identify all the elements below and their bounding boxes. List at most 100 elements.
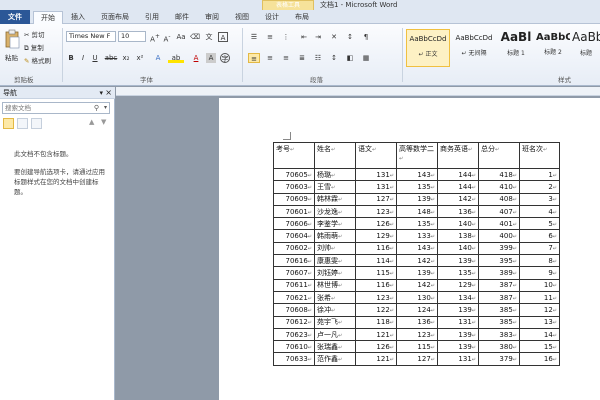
- bold-icon[interactable]: B: [66, 53, 76, 63]
- table-cell[interactable]: 70611↵: [273, 278, 315, 292]
- table-cell[interactable]: 14↵: [519, 327, 560, 342]
- tab-design[interactable]: 设计: [260, 11, 284, 24]
- bullets-icon[interactable]: ☰: [248, 32, 260, 42]
- table-cell[interactable]: 142↵: [396, 254, 438, 268]
- table-cell[interactable]: 126↵: [355, 217, 397, 231]
- table-cell[interactable]: 131↵: [437, 352, 479, 366]
- table-cell[interactable]: 133↵: [396, 229, 438, 243]
- table-cell[interactable]: 8↵: [519, 254, 560, 268]
- font-size-combo[interactable]: 10: [118, 31, 146, 42]
- table-cell[interactable]: 143↵: [396, 167, 438, 182]
- table-cell[interactable]: 李鉴学↵: [314, 217, 356, 231]
- tab-page-layout[interactable]: 页面布局: [95, 11, 135, 24]
- table-cell[interactable]: 70603↵: [273, 180, 315, 194]
- table-cell[interactable]: 148↵: [396, 204, 438, 219]
- table-cell[interactable]: 400↵: [478, 229, 520, 243]
- table-cell[interactable]: 韩林霖↵: [314, 192, 356, 206]
- grow-font-icon[interactable]: A+: [150, 32, 160, 43]
- text-effects-icon[interactable]: A: [152, 53, 164, 63]
- underline-icon[interactable]: U: [90, 53, 100, 63]
- table-cell[interactable]: 130↵: [396, 290, 438, 305]
- table-cell[interactable]: 142↵: [437, 192, 479, 206]
- multilevel-list-icon[interactable]: ⋮: [280, 32, 292, 42]
- subscript-icon[interactable]: x₂: [120, 53, 132, 63]
- table-cell[interactable]: 70607↵: [273, 266, 315, 280]
- table-cell[interactable]: 70602↵: [273, 241, 315, 256]
- distributed-icon[interactable]: ☷: [312, 53, 324, 63]
- table-cell[interactable]: 140↵: [437, 217, 479, 231]
- highlight-icon[interactable]: ab: [168, 53, 184, 63]
- search-icon[interactable]: ⚲: [94, 103, 99, 113]
- style-heading-2[interactable]: AaBbC 标题 2: [536, 29, 570, 67]
- table-cell[interactable]: 70608↵: [273, 303, 315, 317]
- table-cell[interactable]: 379↵: [478, 352, 520, 366]
- table-cell[interactable]: 142↵: [396, 278, 438, 292]
- table-cell[interactable]: 131↵: [437, 315, 479, 329]
- font-color-icon[interactable]: A: [190, 53, 202, 63]
- table-cell[interactable]: 407↵: [478, 204, 520, 219]
- table-cell[interactable]: 康惠雯↵: [314, 254, 356, 268]
- table-cell[interactable]: 135↵: [437, 266, 479, 280]
- shading-icon[interactable]: ◧: [344, 53, 356, 63]
- table-cell[interactable]: 3↵: [519, 192, 560, 206]
- pages-view-tab[interactable]: [17, 118, 28, 129]
- table-cell[interactable]: 张希↵: [314, 290, 356, 305]
- close-icon[interactable]: ×: [105, 87, 112, 99]
- results-view-tab[interactable]: [31, 118, 42, 129]
- table-cell[interactable]: 70633↵: [273, 352, 315, 366]
- nav-pane-menu-icon[interactable]: ▾: [99, 87, 103, 99]
- table-cell[interactable]: 林世博↵: [314, 278, 356, 292]
- table-cell[interactable]: 126↵: [355, 340, 397, 354]
- header-cell[interactable]: 总分↵: [478, 142, 520, 169]
- table-cell[interactable]: 131↵: [355, 167, 397, 182]
- table-cell[interactable]: 王雪↵: [314, 180, 356, 194]
- table-cell[interactable]: 134↵: [437, 290, 479, 305]
- table-cell[interactable]: 1↵: [519, 167, 560, 182]
- table-cell[interactable]: 139↵: [396, 192, 438, 206]
- table-cell[interactable]: 范作鑫↵: [314, 352, 356, 366]
- tab-review[interactable]: 审阅: [200, 11, 224, 24]
- justify-icon[interactable]: ≣: [296, 53, 308, 63]
- table-cell[interactable]: 70612↵: [273, 315, 315, 329]
- table-cell[interactable]: 144↵: [437, 180, 479, 194]
- table-cell[interactable]: 136↵: [396, 315, 438, 329]
- tab-home[interactable]: 开始: [33, 11, 63, 24]
- table-cell[interactable]: 70601↵: [273, 204, 315, 219]
- table-cell[interactable]: 70609↵: [273, 192, 315, 206]
- table-cell[interactable]: 116↵: [355, 278, 397, 292]
- table-cell[interactable]: 123↵: [355, 204, 397, 219]
- increase-indent-icon[interactable]: ⇥: [312, 32, 324, 42]
- align-right-icon[interactable]: ≡: [280, 53, 292, 63]
- table-cell[interactable]: 389↵: [478, 266, 520, 280]
- table-cell[interactable]: 121↵: [355, 327, 397, 342]
- table-cell[interactable]: 129↵: [437, 278, 479, 292]
- shrink-font-icon[interactable]: A-: [162, 32, 172, 43]
- chinese-layout-icon[interactable]: ✕: [328, 32, 340, 42]
- headings-view-tab[interactable]: [3, 118, 14, 129]
- table-cell[interactable]: 123↵: [355, 290, 397, 305]
- table-cell[interactable]: 140↵: [437, 241, 479, 256]
- table-cell[interactable]: 410↵: [478, 180, 520, 194]
- table-cell[interactable]: 5↵: [519, 217, 560, 231]
- clear-format-icon[interactable]: ⌫: [190, 32, 200, 42]
- strikethrough-icon[interactable]: abc: [104, 53, 118, 63]
- header-cell[interactable]: 语文↵: [355, 142, 397, 169]
- italic-icon[interactable]: I: [78, 53, 88, 63]
- format-painter-button[interactable]: ✎ 格式刷: [24, 55, 51, 65]
- table-cell[interactable]: 7↵: [519, 241, 560, 256]
- table-cell[interactable]: 123↵: [396, 327, 438, 342]
- table-cell[interactable]: 139↵: [437, 340, 479, 354]
- cut-button[interactable]: ✂ 剪切: [24, 29, 45, 39]
- table-cell[interactable]: 385↵: [478, 303, 520, 317]
- table-cell[interactable]: 121↵: [355, 352, 397, 366]
- table-cell[interactable]: 387↵: [478, 290, 520, 305]
- table-cell[interactable]: 139↵: [396, 266, 438, 280]
- tab-file[interactable]: 文件: [0, 10, 30, 24]
- table-cell[interactable]: 徐冲↵: [314, 303, 356, 317]
- header-cell[interactable]: 高等数学二↵: [396, 142, 438, 169]
- table-cell[interactable]: 385↵: [478, 315, 520, 329]
- table-cell[interactable]: 135↵: [396, 180, 438, 194]
- numbering-icon[interactable]: ≡: [264, 32, 276, 42]
- table-cell[interactable]: 70610↵: [273, 340, 315, 354]
- table-cell[interactable]: 395↵: [478, 254, 520, 268]
